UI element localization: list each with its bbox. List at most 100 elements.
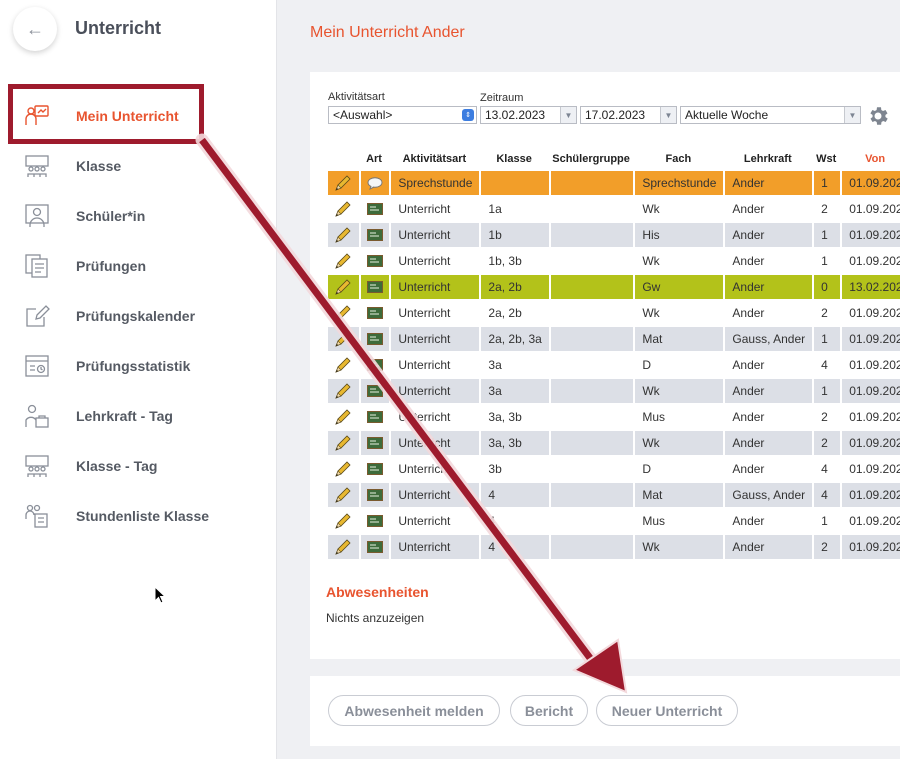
activity-cell: Unterricht (389, 457, 480, 481)
page-title: Mein Unterricht Ander (310, 24, 465, 41)
table-row[interactable]: Sprechstunde Sprechstunde Ander 1 01.09.202 (328, 171, 900, 195)
wst-cell: 4 (812, 483, 841, 507)
klasse-cell: 3b (479, 457, 549, 481)
lehrkraft-cell: Gauss, Ander (723, 327, 813, 351)
table-row[interactable]: Unterricht 3b D Ander 4 01.09.202 (328, 457, 900, 481)
activity-cell: Unterricht (389, 535, 480, 559)
gear-icon[interactable] (866, 104, 890, 128)
sidebar-item-pruefungen[interactable]: Prüfungen (0, 246, 277, 286)
table-row[interactable]: Unterricht 4 Wk Ander 2 01.09.202 (328, 535, 900, 559)
wst-cell: 0 (812, 275, 841, 299)
edit-pencil-icon[interactable] (333, 251, 353, 271)
edit-pencil-icon[interactable] (333, 459, 353, 479)
sidebar-item-pruefungsstatistik[interactable]: Prüfungsstatistik (0, 346, 277, 386)
edit-pencil-icon[interactable] (333, 511, 353, 531)
new-lesson-button[interactable]: Neuer Unterricht (596, 695, 738, 726)
table-row[interactable]: Unterricht 3a Wk Ander 1 01.09.202 (328, 379, 900, 403)
chalkboard-icon (367, 203, 384, 215)
chevron-down-icon[interactable]: ▼ (660, 107, 676, 123)
art-cell (358, 327, 390, 351)
period-select[interactable]: Aktuelle Woche ▼ (680, 106, 861, 124)
wst-cell: 1 (812, 171, 841, 195)
fach-cell: Wk (633, 379, 724, 403)
edit-pencil-icon[interactable] (333, 433, 353, 453)
speech-bubble-icon (367, 176, 383, 190)
chalkboard-icon (367, 541, 384, 553)
edit-pencil-icon[interactable] (333, 199, 353, 219)
edit-pencil-icon[interactable] (333, 407, 353, 427)
lehrkraft-cell: Ander (723, 171, 813, 195)
wst-cell: 1 (812, 509, 841, 533)
sidebar-item-label: Klasse (76, 158, 122, 174)
edit-pencil-icon[interactable] (333, 173, 353, 193)
activity-type-label: Aktivitätsart (328, 91, 385, 103)
edit-pencil-icon[interactable] (333, 277, 353, 297)
report-absence-button[interactable]: Abwesenheit melden (328, 695, 500, 726)
edit-cell (328, 405, 359, 429)
gruppe-cell (548, 353, 634, 377)
fach-cell: Wk (633, 535, 724, 559)
column-header-klasse[interactable]: Klasse (479, 149, 548, 169)
table-row[interactable]: Unterricht 1a Wk Ander 2 01.09.202 (328, 197, 900, 221)
table-row[interactable]: Unterricht 3a, 3b Mus Ander 2 01.09.202 (328, 405, 900, 429)
edit-pencil-icon[interactable] (333, 225, 353, 245)
date-from-field[interactable]: 13.02.2023 ▼ (480, 106, 577, 124)
activity-type-select[interactable]: <Auswahl> ⇕ (328, 106, 477, 124)
column-header-gruppe[interactable]: Schülergruppe (549, 149, 634, 169)
column-header-activity[interactable]: Aktivitätsart (389, 149, 479, 169)
sidebar-item-lehrkraft-tag[interactable]: Lehrkraft - Tag (0, 396, 277, 436)
lehrkraft-cell: Gauss, Ander (723, 483, 813, 507)
column-header-art[interactable]: Art (359, 149, 390, 169)
table-row[interactable]: Unterricht 3a D Ander 4 01.09.202 (328, 353, 900, 377)
table-row[interactable]: Unterricht 4 Mus Ander 1 01.09.202 (328, 509, 900, 533)
table-row[interactable]: Unterricht 3a, 3b Wk Ander 2 01.09.202 (328, 431, 900, 455)
gruppe-cell (548, 327, 634, 351)
table-row[interactable]: Unterricht 2a, 2b, 3a Mat Gauss, Ander 1 01.0… (328, 327, 900, 351)
edit-calendar-icon (26, 305, 50, 327)
column-header-fach[interactable]: Fach (633, 149, 723, 169)
von-cell: 01.09.202 (840, 249, 900, 273)
art-cell (358, 171, 390, 195)
activity-cell: Unterricht (389, 353, 480, 377)
chevron-down-icon[interactable]: ▼ (844, 107, 860, 123)
sidebar-item-stundenliste-klasse[interactable]: Stundenliste Klasse (0, 496, 277, 536)
gruppe-cell (548, 379, 634, 403)
edit-pencil-icon[interactable] (333, 355, 353, 375)
edit-pencil-icon[interactable] (333, 303, 353, 323)
lessons-table: Art Aktivitätsart Klasse Schülergruppe F… (328, 147, 900, 561)
table-row[interactable]: Unterricht 2a, 2b Wk Ander 2 01.09.202 (328, 301, 900, 325)
table-row[interactable]: Unterricht 2a, 2b Gw Ander 0 13.02.202 (328, 275, 900, 299)
back-button[interactable]: ← (13, 7, 57, 51)
chevron-down-icon[interactable]: ▼ (560, 107, 576, 123)
edit-pencil-icon[interactable] (333, 537, 353, 557)
sidebar-item-klasse-tag[interactable]: Klasse - Tag (0, 446, 277, 486)
klasse-cell: 1b, 3b (479, 249, 549, 273)
lehrkraft-cell: Ander (723, 249, 813, 273)
student-icon (25, 204, 49, 227)
chalkboard-icon (367, 255, 384, 267)
table-row[interactable]: Unterricht 1b His Ander 1 01.09.202 (328, 223, 900, 247)
column-header-lehrkraft[interactable]: Lehrkraft (723, 149, 812, 169)
wst-cell: 2 (812, 535, 841, 559)
von-cell: 01.09.202 (840, 535, 900, 559)
column-header-von[interactable]: Von (840, 149, 900, 169)
period-value: Aktuelle Woche (685, 108, 769, 122)
table-row[interactable]: Unterricht 4 Mat Gauss, Ander 4 01.09.202 (328, 483, 900, 507)
sidebar-item-label: Klasse - Tag (76, 458, 158, 474)
column-header-wst[interactable]: Wst (812, 149, 840, 169)
date-to-field[interactable]: 17.02.2023 ▼ (580, 106, 677, 124)
lessons-card: Aktivitätsart <Auswahl> ⇕ Zeitraum 13.02… (310, 72, 900, 659)
von-cell: 13.02.202 (840, 275, 900, 299)
edit-pencil-icon[interactable] (333, 329, 353, 349)
chalkboard-icon (367, 437, 384, 449)
edit-pencil-icon[interactable] (333, 485, 353, 505)
report-button[interactable]: Bericht (510, 695, 588, 726)
edit-pencil-icon[interactable] (333, 381, 353, 401)
select-arrows-icon: ⇕ (462, 109, 474, 121)
chalkboard-icon (367, 359, 384, 371)
sidebar-item-klasse[interactable]: Klasse (0, 146, 277, 186)
sidebar-item-schueler[interactable]: Schüler*in (0, 196, 277, 236)
table-row[interactable]: Unterricht 1b, 3b Wk Ander 1 01.09.202 (328, 249, 900, 273)
sidebar-item-pruefungskalender[interactable]: Prüfungskalender (0, 296, 277, 336)
edit-cell (328, 353, 359, 377)
